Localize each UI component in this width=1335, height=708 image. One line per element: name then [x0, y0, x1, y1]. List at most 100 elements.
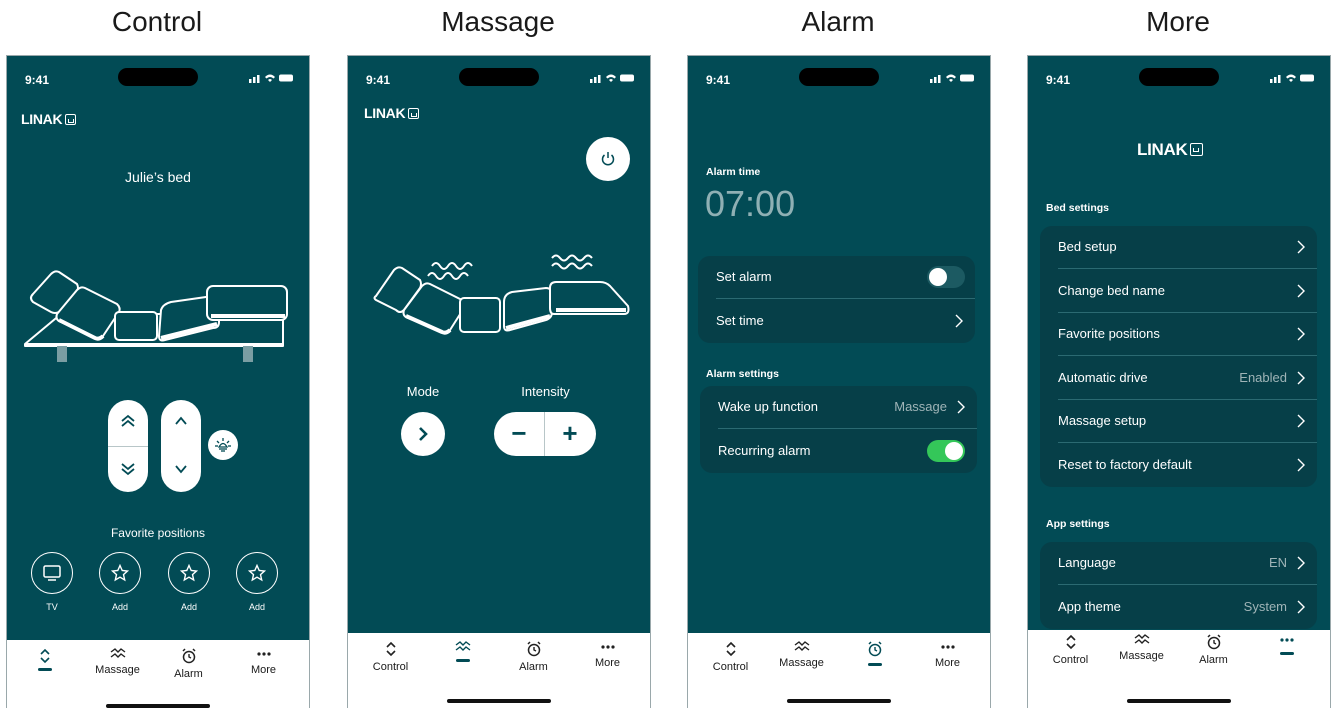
alarm-card: Set alarm Set time [698, 256, 975, 343]
change-bed-name-row[interactable]: Change bed name [1040, 270, 1317, 313]
home-indicator [447, 699, 551, 703]
favorite-add-1[interactable]: Add [95, 552, 145, 612]
phone-control-screen: 9:41 LINAK Julie’s bed Favorite position… [6, 55, 310, 708]
favorite-label: Add [248, 602, 265, 612]
title-massage: Massage [441, 6, 555, 37]
status-time: 9:41 [706, 73, 731, 87]
tab-alarm[interactable]: Alarm [1176, 634, 1251, 666]
set-alarm-label: Set alarm [716, 269, 772, 284]
active-tab-indicator [1279, 652, 1294, 655]
home-indicator [1127, 699, 1231, 703]
bed-setup-row[interactable]: Bed setup [1040, 226, 1317, 269]
recurring-alarm-toggle[interactable] [927, 440, 965, 462]
massage-waves-icon [110, 648, 125, 658]
phone-massage-screen: 9:41 LINAK Mode Intensity − + Control Al… [347, 55, 651, 708]
linak-logo: LINAK [21, 111, 77, 127]
alarm-clock-icon [526, 641, 541, 657]
app-theme-row[interactable]: App theme System [1040, 586, 1317, 629]
tab-alarm[interactable]: Alarm [151, 648, 226, 680]
tab-control[interactable]: Control [1033, 634, 1108, 666]
massage-waves-icon [455, 641, 470, 651]
favorites-title: Favorite positions [110, 526, 206, 540]
set-time-row[interactable]: Set time [698, 300, 975, 343]
row-label: Language [1058, 555, 1116, 570]
set-time-label: Set time [716, 313, 764, 328]
more-dots-icon [600, 645, 615, 649]
chevron-right-icon [1297, 600, 1305, 614]
favorite-tv[interactable]: TV [27, 552, 77, 612]
tab-bar: Control Massage Alarm [1028, 630, 1330, 708]
tab-label: Massage [779, 657, 824, 669]
tab-alarm[interactable]: Alarm [496, 641, 571, 673]
alarm-clock-icon [867, 641, 882, 657]
underbed-light-button[interactable] [208, 430, 238, 460]
tab-control[interactable]: Control [353, 641, 428, 673]
more-dots-icon [940, 645, 955, 649]
tab-alarm[interactable] [837, 641, 912, 666]
chevron-right-icon [1297, 327, 1305, 341]
language-row[interactable]: Language EN [1040, 542, 1317, 585]
tab-more[interactable]: More [910, 641, 985, 669]
tab-massage[interactable] [425, 641, 500, 662]
more-dots-icon [1279, 638, 1294, 642]
tab-bar: Control Massage More [688, 633, 990, 708]
head-updown-control [108, 400, 148, 492]
head-down-button[interactable] [120, 462, 136, 476]
more-dots-icon [256, 652, 271, 656]
row-divider [1058, 584, 1317, 585]
favorite-add-3[interactable]: Add [232, 552, 282, 612]
massage-setup-row[interactable]: Massage setup [1040, 400, 1317, 443]
bed-settings-card: Bed setup Change bed name Favorite posit… [1040, 226, 1317, 487]
foot-up-button[interactable] [174, 416, 188, 426]
tab-massage[interactable]: Massage [1104, 634, 1179, 662]
dynamic-island [459, 68, 539, 86]
set-alarm-toggle[interactable] [927, 266, 965, 288]
active-tab-indicator [867, 663, 882, 666]
status-icons [590, 74, 634, 83]
status-icons [930, 74, 974, 83]
row-label: App theme [1058, 599, 1121, 614]
foot-down-button[interactable] [174, 464, 188, 474]
favorite-positions-row[interactable]: Favorite positions [1040, 313, 1317, 356]
power-button[interactable] [586, 137, 630, 181]
automatic-drive-row[interactable]: Automatic drive Enabled [1040, 357, 1317, 400]
chevron-right-icon [955, 314, 963, 328]
row-label: Change bed name [1058, 283, 1165, 298]
alarm-settings-title: Alarm settings [706, 368, 779, 380]
row-divider [1058, 268, 1317, 269]
tab-more[interactable] [1249, 634, 1324, 655]
row-value: Enabled [1239, 370, 1287, 385]
tab-label: More [934, 657, 961, 669]
dynamic-island [799, 68, 879, 86]
favorite-label: Add [111, 602, 128, 612]
row-divider [1058, 355, 1317, 356]
status-bar: 9:41 [7, 56, 309, 96]
status-icons [1270, 74, 1314, 83]
dynamic-island [118, 68, 198, 86]
tab-more[interactable]: More [226, 648, 301, 676]
tab-more[interactable]: More [570, 641, 645, 669]
chevron-right-icon [1297, 240, 1305, 254]
reset-factory-default-row[interactable]: Reset to factory default [1040, 444, 1317, 487]
light-bulb-icon [215, 438, 231, 452]
favorite-add-2[interactable]: Add [164, 552, 214, 612]
status-bar: 9:41 [348, 56, 650, 96]
mode-next-button[interactable] [401, 412, 445, 456]
foot-updown-control [161, 400, 201, 492]
dynamic-island [1139, 68, 1219, 86]
chevron-right-icon [1297, 284, 1305, 298]
status-time: 9:41 [25, 73, 50, 87]
alarm-time-label: Alarm time [706, 166, 761, 178]
massage-waves-icon [1134, 634, 1149, 644]
wake-up-function-row[interactable]: Wake up function Massage [700, 386, 977, 429]
tab-control[interactable] [7, 648, 82, 671]
intensity-plus-button[interactable]: + [545, 416, 595, 450]
chevron-right-icon [1297, 458, 1305, 472]
tab-massage[interactable]: Massage [80, 648, 155, 676]
tab-control[interactable]: Control [693, 641, 768, 673]
intensity-minus-button[interactable]: − [494, 416, 544, 450]
tab-massage[interactable]: Massage [764, 641, 839, 669]
head-up-button[interactable] [120, 414, 136, 428]
row-divider [716, 298, 975, 299]
status-time: 9:41 [1046, 73, 1071, 87]
